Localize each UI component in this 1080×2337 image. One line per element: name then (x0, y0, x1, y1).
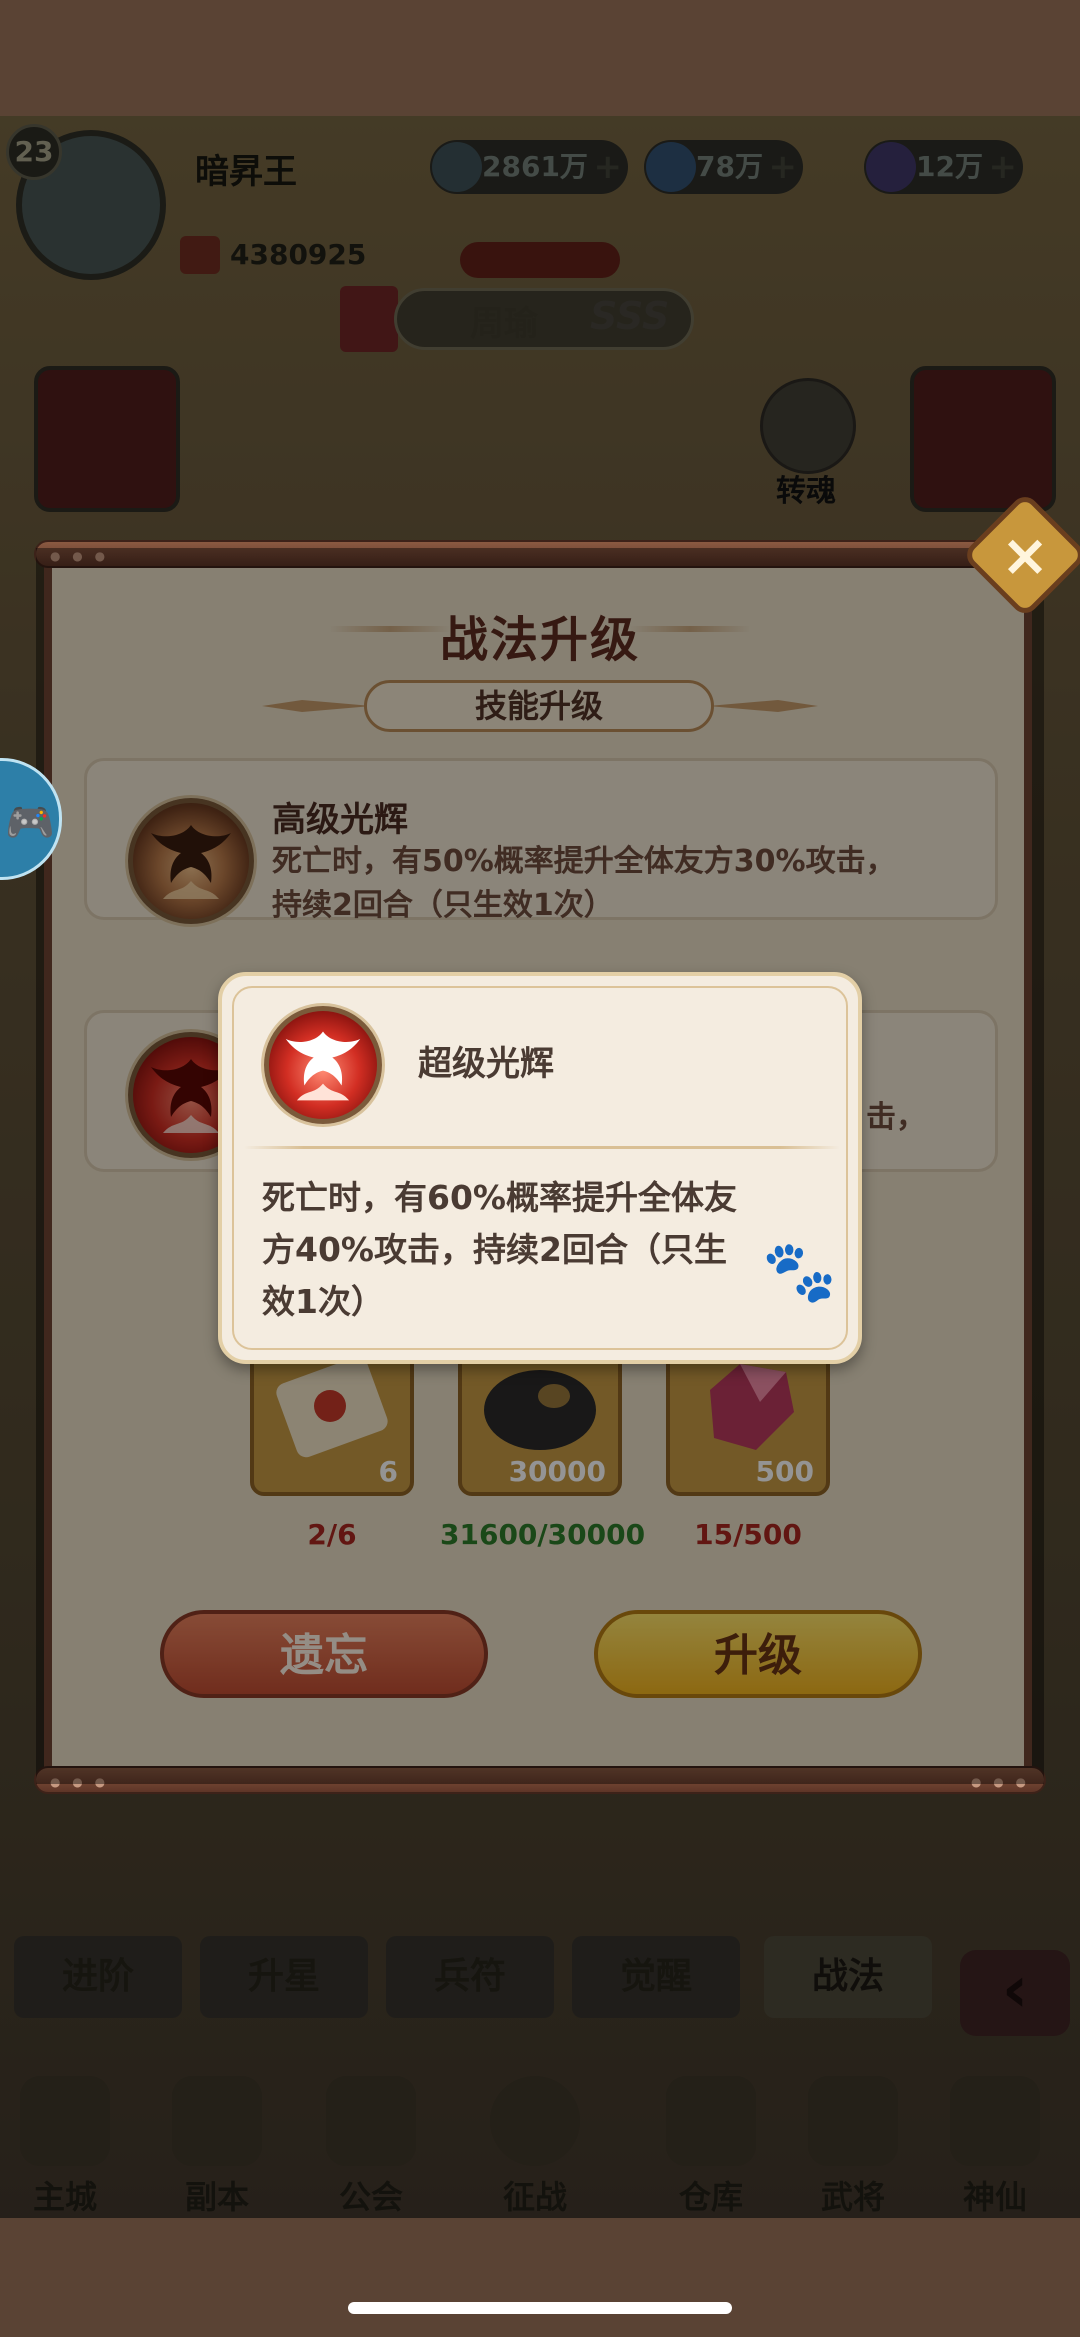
home-indicator[interactable] (348, 2302, 732, 2314)
tooltip-desc-line-3: 效1次） (262, 1282, 384, 1321)
phoenix-icon (264, 1006, 382, 1124)
close-icon[interactable]: × (980, 510, 1070, 600)
gamepad-icon: 🎮 (5, 800, 55, 846)
tooltip-divider (244, 1146, 840, 1149)
tooltip-skill-desc: 死亡时，有60%概率提升全体友 方40%攻击，持续2回合（只生 效1次） (262, 1172, 822, 1328)
tooltip-desc-line-2: 方40%攻击，持续2回合（只生 (262, 1230, 727, 1269)
tooltip-skill-name: 超级光辉 (418, 1044, 554, 1084)
tooltip-desc-line-1: 死亡时，有60%概率提升全体友 (262, 1178, 737, 1217)
